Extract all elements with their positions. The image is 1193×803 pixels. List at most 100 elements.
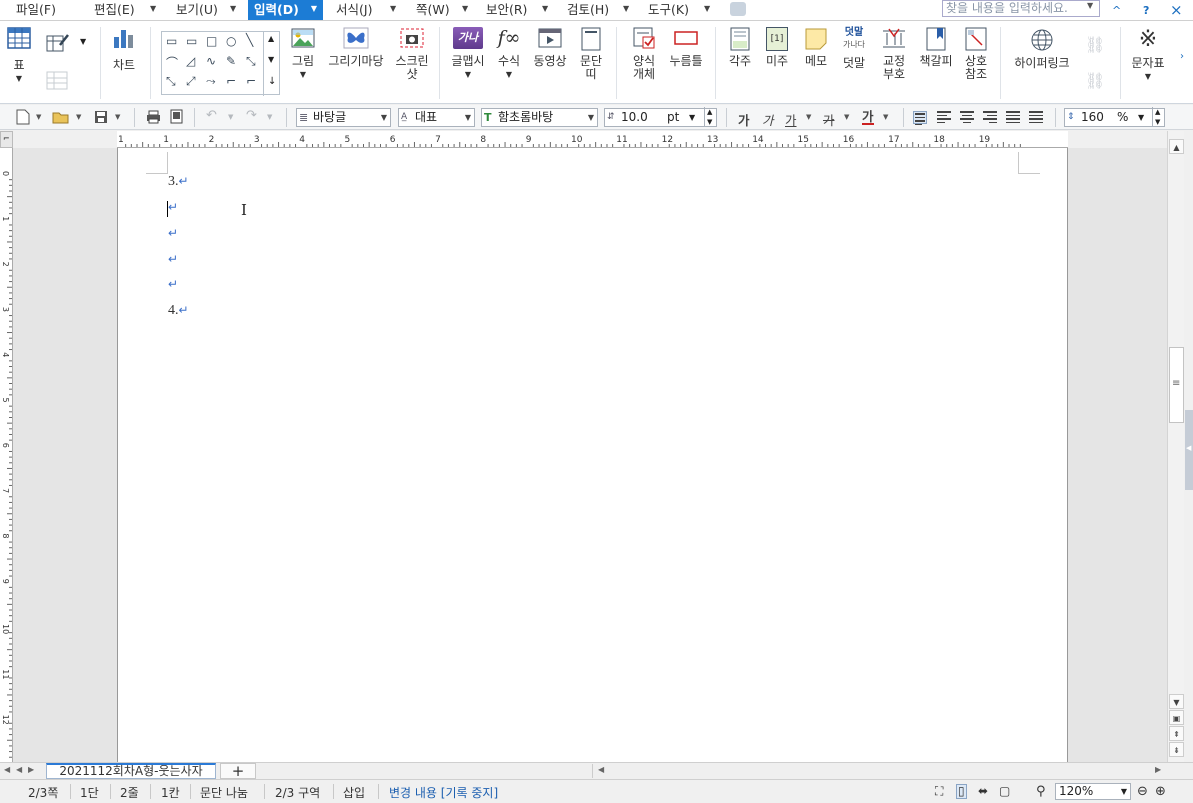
table-edit-icon[interactable] [46, 33, 70, 53]
hyperlink-button[interactable]: 하이퍼링크 [1010, 27, 1074, 70]
font-unit-caret-icon[interactable]: ▼ [689, 109, 695, 126]
language-select[interactable]: A̲ 대표 ▼ [398, 108, 475, 127]
previous-page-icon[interactable]: ⇞ [1169, 726, 1184, 741]
step-arrow-shape-icon[interactable]: ⌐ [246, 74, 256, 88]
equation-button[interactable]: f∞ 수식 ▼ [494, 27, 524, 81]
first-tab-icon[interactable]: ◀ [4, 765, 10, 774]
document-page[interactable]: 3.↵ ↵ ↵ ↵ ↵ 4.↵ I [117, 148, 1068, 762]
vertical-textbox-shape-icon[interactable]: ▭ [186, 34, 197, 48]
zoom-icon[interactable]: ⚲ [1036, 784, 1046, 799]
scrollbar-thumb[interactable]: ≡ [1169, 347, 1184, 423]
ribbon-more-icon[interactable]: › [1180, 51, 1184, 62]
print-preview-icon[interactable] [170, 109, 183, 124]
left-align-icon[interactable] [937, 111, 951, 124]
line-spacing-unit-caret-icon[interactable]: ▼ [1138, 109, 1144, 126]
menu-tools[interactable]: 도구(K) [642, 0, 695, 20]
document-tab[interactable]: 2021112회차A형-웃는사자 [46, 763, 216, 779]
redo-icon[interactable]: ↷ [246, 108, 257, 123]
shapes-gallery[interactable]: ▭ ▭ □ ○ ╲ ⌒ ◿ ∿ ✎ ⤡ ⤡ ⤢ ⤳ ⌐ ⌐ ▲ ▼ ↓ [161, 31, 280, 96]
line-shape-icon[interactable]: ╲ [246, 33, 253, 47]
scroll-down-icon[interactable]: ▼ [1169, 694, 1184, 709]
collapse-ribbon-icon[interactable]: ^ [1112, 4, 1121, 17]
rectangle-shape-icon[interactable]: □ [206, 34, 217, 48]
paragraph-line[interactable]: 3.↵ [168, 174, 189, 190]
track-changes-status[interactable]: 변경 내용 [기록 중지] [389, 784, 498, 801]
status-page[interactable]: 2/3쪽 [28, 784, 58, 801]
footnote-button[interactable]: 각주 [726, 27, 754, 68]
next-page-icon[interactable]: ⇟ [1169, 742, 1184, 757]
menu-tools-caret[interactable]: ▼ [704, 0, 710, 20]
menu-edit-caret[interactable]: ▼ [150, 0, 156, 20]
cross-reference-button[interactable]: 상호 참조 [960, 27, 992, 81]
paragraph-line[interactable]: 4.↵ [168, 303, 189, 319]
fit-page-icon[interactable]: ⛶ [935, 784, 943, 799]
curve-shape-icon[interactable]: ∿ [206, 54, 216, 68]
zoom-in-icon[interactable]: ⊕ [1155, 784, 1166, 799]
horizontal-ruler[interactable]: 1 1 2 3 4 5 6 7 8 9 10 11 12 13 14 15 16 17 18 19 [117, 131, 1068, 148]
page-view-icon[interactable]: ▣ [1169, 710, 1184, 725]
overlap-text-button[interactable]: 덧말 가나다 덧말 [838, 27, 870, 70]
menu-format-caret[interactable]: ▼ [390, 0, 396, 20]
font-size-field[interactable]: ⇵ 10.0 pt ▼ ▲ ▼ [604, 107, 717, 127]
symbols-button[interactable]: ※ 문자표 ▼ [1128, 27, 1168, 83]
search-dropdown-icon[interactable]: ▼ [1087, 1, 1093, 10]
memo-button[interactable]: 메모 [801, 27, 831, 68]
textbox-shape-icon[interactable]: ▭ [166, 34, 177, 48]
ellipse-shape-icon[interactable]: ○ [226, 34, 236, 48]
save-caret-icon[interactable]: ▼ [115, 113, 120, 121]
menu-security-caret[interactable]: ▼ [542, 0, 548, 20]
save-icon[interactable] [94, 110, 108, 124]
expand-icon[interactable]: ↓ [268, 76, 276, 87]
menu-page-caret[interactable]: ▼ [462, 0, 468, 20]
paragraph-line[interactable]: ↵ [168, 252, 178, 268]
scroll-up-icon[interactable]: ▲ [1169, 139, 1184, 154]
freehand-shape-icon[interactable]: ✎ [226, 54, 236, 68]
font-select[interactable]: T 함초롬바탕 ▼ [481, 108, 598, 127]
chart-button[interactable]: 차트 [108, 27, 140, 72]
new-document-icon[interactable] [16, 109, 30, 125]
zoom-select[interactable]: 120% ▼ [1055, 783, 1131, 800]
line-spacing-spinner[interactable]: ▲ ▼ [1152, 107, 1160, 127]
elbow-arrow-shape-icon[interactable]: ⤢ [186, 74, 196, 89]
menu-file[interactable]: 파일(F) [10, 0, 62, 20]
endnote-button[interactable]: [1] 미주 [763, 27, 791, 68]
add-tab-button[interactable]: + [220, 763, 256, 779]
scroll-down-icon[interactable]: ▼ [268, 55, 274, 64]
splitter[interactable] [592, 764, 593, 778]
bookmark-button[interactable]: 책갈피 [916, 27, 956, 68]
print-icon[interactable] [146, 110, 161, 124]
font-color-button[interactable]: 가 [862, 110, 874, 125]
undo-icon[interactable]: ↶ [206, 108, 217, 123]
menu-input-caret[interactable]: ▼ [305, 0, 323, 20]
strike-caret-icon[interactable]: ▼ [844, 113, 849, 121]
menu-security[interactable]: 보안(R) [480, 0, 533, 20]
scroll-right-icon[interactable]: ▶ [1155, 765, 1161, 774]
picture-button[interactable]: 그림 ▼ [288, 27, 318, 81]
distribute-align-icon[interactable] [1006, 111, 1020, 124]
ruler-corner[interactable]: ⌐ [0, 131, 13, 148]
search-input[interactable]: 찾을 내용을 입력하세요. [942, 0, 1100, 17]
polygon-shape-icon[interactable]: ◿ [186, 54, 195, 68]
table-edit-caret-icon[interactable]: ▼ [80, 37, 86, 46]
color-caret-icon[interactable]: ▼ [883, 113, 888, 121]
zoom-out-icon[interactable]: ⊖ [1137, 784, 1148, 799]
new-caret-icon[interactable]: ▼ [36, 113, 41, 121]
redo-caret-icon[interactable]: ▼ [267, 113, 272, 121]
connector-shape-icon[interactable]: ⤡ [246, 54, 256, 69]
single-page-view-icon[interactable]: ▯ [956, 784, 967, 799]
wordart-button[interactable]: 가나다 글맵시 ▼ [448, 27, 488, 81]
form-object-button[interactable]: 양식 개체 [626, 27, 662, 81]
menu-page[interactable]: 쪽(W) [410, 0, 456, 20]
paragraph-line[interactable]: ↵ [168, 200, 178, 216]
shapes-scrollbar[interactable]: ▲ ▼ ↓ [263, 32, 280, 96]
help-chat-icon[interactable] [730, 2, 746, 16]
style-select[interactable]: ≣ 바탕글 ▼ [296, 108, 391, 127]
line-spacing-field[interactable]: ⇕ 160 % ▼ ▲ ▼ [1064, 107, 1165, 127]
vertical-scrollbar[interactable]: ▲ ≡ ▼ ▣ ⇞ ⇟ [1167, 131, 1184, 762]
close-icon[interactable]: × [1170, 1, 1183, 19]
underline-button[interactable]: 가 [785, 110, 797, 129]
menu-review-caret[interactable]: ▼ [623, 0, 629, 20]
font-size-spinner[interactable]: ▲ ▼ [704, 107, 712, 127]
curved-connector-shape-icon[interactable]: ⤳ [206, 74, 216, 89]
menu-format[interactable]: 서식(J) [330, 0, 378, 20]
